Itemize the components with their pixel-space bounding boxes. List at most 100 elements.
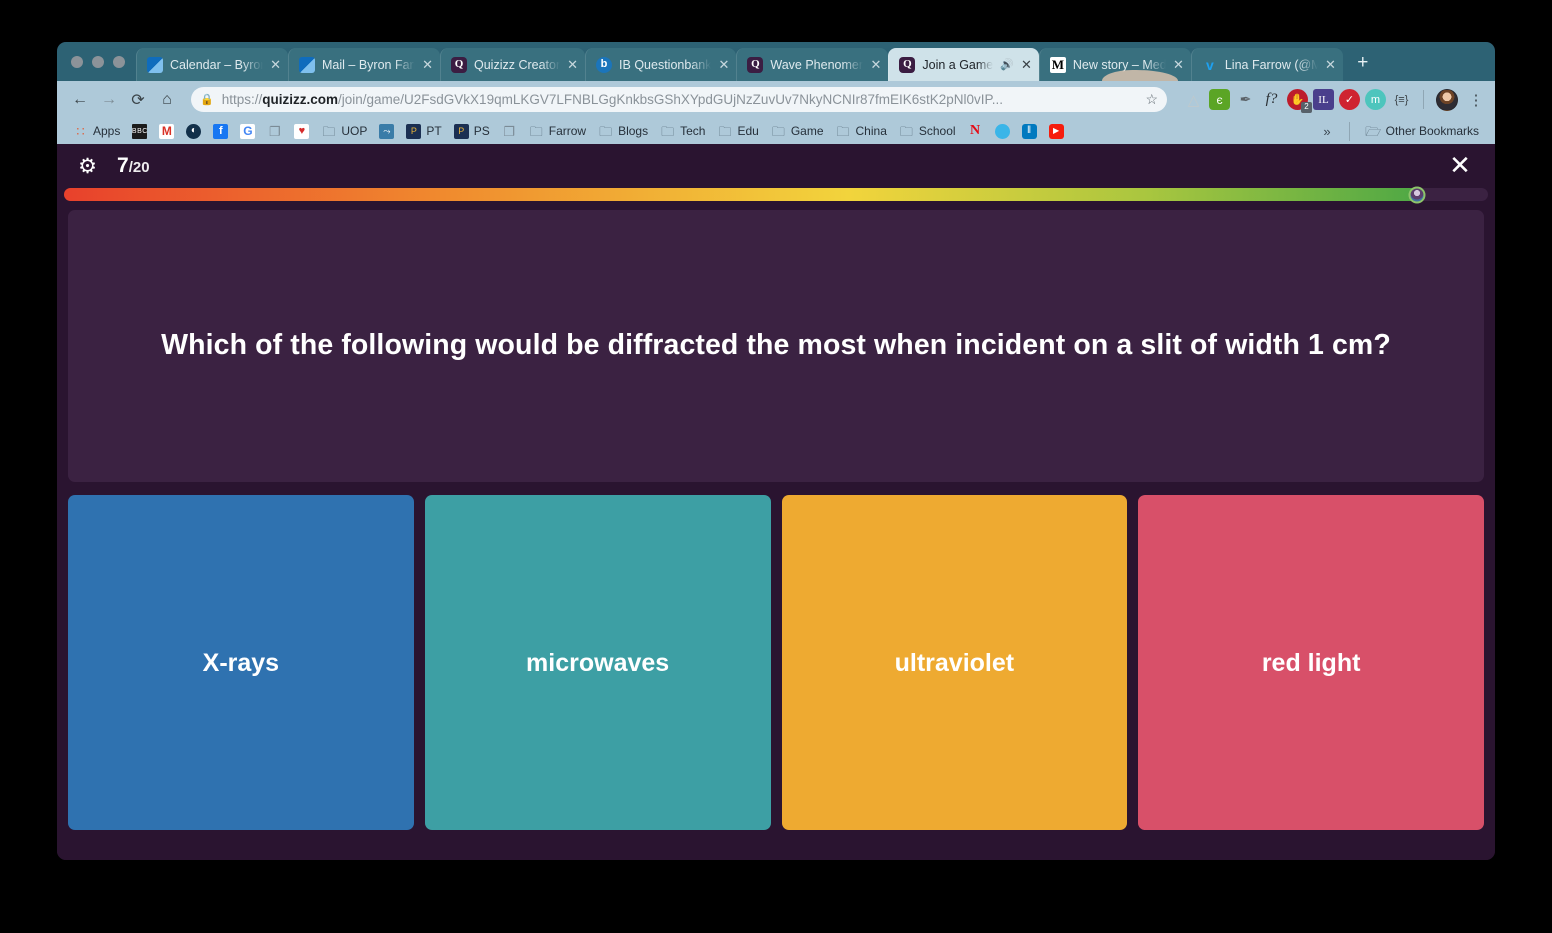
bookmark-star-icon[interactable]: ☆ (1145, 91, 1158, 108)
tab-close-icon[interactable]: ✕ (567, 57, 578, 73)
bookmarks-bar: ∷ Apps BBC M ◐ f G ❐ ♥ 🗀 UOP ⤳ P PT P PS ❐ 🗀 Farrow 🗀 Blogs 🗀… (57, 118, 1495, 144)
minimize-window-button[interactable] (92, 55, 104, 68)
chrome-menu-icon[interactable]: ⋮ (1467, 91, 1485, 109)
tab-title: Quizizz Creator (474, 57, 561, 72)
readability-icon[interactable]: {≡} (1391, 89, 1412, 110)
answer-option[interactable]: red light (1138, 495, 1484, 830)
netflix-icon: N (970, 123, 981, 138)
fontface-icon[interactable]: f? (1261, 89, 1282, 110)
tab-close-icon[interactable]: ✕ (870, 57, 881, 73)
tab-close-icon[interactable]: ✕ (422, 57, 433, 73)
new-tab-button[interactable]: + (1349, 50, 1377, 78)
bookmark-item[interactable]: ◐ (180, 122, 207, 141)
eyedropper-icon[interactable]: ✒ (1235, 89, 1256, 110)
progress-bar-fill (64, 188, 1417, 201)
bookmark-item[interactable]: ❐ (261, 122, 288, 141)
answer-option[interactable]: X-rays (68, 495, 414, 830)
evernote-icon[interactable]: є (1209, 89, 1230, 110)
bookmark-item[interactable]: ∷ Apps (67, 122, 126, 141)
facebook-icon: f (213, 123, 229, 139)
illustrator-icon[interactable]: IL (1313, 89, 1334, 110)
question-counter: 7/20 (117, 154, 150, 178)
gear-icon[interactable]: ⚙ (75, 154, 100, 179)
google-drive-icon[interactable]: △ (1183, 89, 1204, 110)
tab-audio-icon[interactable]: 🔊 (1000, 58, 1014, 71)
answer-option[interactable]: microwaves (424, 495, 771, 830)
momentum-icon[interactable]: m (1365, 89, 1386, 110)
folder-icon: 🗀 (661, 123, 675, 139)
tab-close-icon[interactable]: ✕ (718, 57, 729, 73)
close-icon[interactable]: ✕ (1443, 149, 1477, 183)
answer-option-label: red light (1261, 648, 1361, 677)
close-window-button[interactable] (71, 55, 83, 68)
bookmark-label: School (918, 124, 956, 138)
url-text: https://quizizz.com/join/game/U2FsdGVkX1… (221, 92, 1004, 107)
grammarly-icon[interactable]: ✓ (1339, 89, 1360, 110)
back-icon[interactable]: ← (67, 87, 93, 113)
browser-tab[interactable]: Mail – Byron Farrow ✕ (288, 48, 440, 81)
bookmark-item[interactable]: ❐ (496, 122, 523, 141)
bookmark-item[interactable]: 🗀 UOP (315, 122, 373, 141)
folder-icon: 🗀 (899, 123, 913, 139)
answer-option-label: microwaves (526, 648, 670, 677)
bookmark-item[interactable]: 🗀 Farrow (523, 122, 592, 141)
browser-tab[interactable]: Join a Game 🔊 ✕ (888, 48, 1039, 81)
pdf-icon: P (406, 123, 422, 139)
outlook-icon (299, 56, 315, 73)
bookmark-item[interactable]: ♥ (288, 122, 315, 141)
bookmark-item[interactable]: 🗀 School (893, 122, 962, 141)
browser-toolbar: ← → ⟳ ⌂ 🔒 https://quizizz.com/join/game/… (57, 81, 1495, 118)
answer-option-label: X-rays (202, 648, 280, 677)
bookmark-item[interactable]: ⤳ (373, 122, 400, 141)
trello-icon: ‖ (1021, 123, 1037, 139)
page-icon: ❐ (269, 123, 281, 139)
browser-tab[interactable]: Wave Phenomena ✕ (736, 48, 889, 81)
tab-close-icon[interactable]: ✕ (1325, 57, 1336, 73)
maximize-window-button[interactable] (113, 55, 125, 68)
apps-grid-icon: ∷ (76, 123, 85, 139)
extensions-container: △ є ✒ f? ✋ 2 IL ✓ m {≡} (1178, 89, 1412, 113)
browser-tab[interactable]: IB Questionbank ✕ (585, 48, 737, 81)
bookmark-label: Edu (737, 124, 759, 138)
bookmark-item[interactable]: 🗀 Tech (654, 122, 711, 141)
quizizz-icon (899, 56, 916, 73)
bookmark-item[interactable]: BBC (126, 122, 153, 141)
bookmark-item[interactable]: P PT (400, 122, 447, 141)
bookmark-item[interactable]: P PS (448, 122, 496, 141)
browser-tab[interactable]: Quizizz Creator ✕ (440, 48, 586, 81)
forward-icon[interactable]: → (96, 87, 122, 113)
tab-close-icon[interactable]: ✕ (1173, 57, 1184, 73)
medium-icon: M (1049, 56, 1066, 73)
bookmark-item[interactable]: M (153, 122, 180, 141)
tab-close-icon[interactable]: ✕ (1021, 57, 1032, 73)
bookmark-item[interactable]: ▶ (1043, 122, 1070, 141)
bookmark-item[interactable]: N (962, 122, 989, 141)
ib-icon (596, 56, 613, 73)
bookmark-item[interactable]: 🗀 Game (765, 122, 830, 141)
tab-title: New story – Medium (1072, 57, 1166, 72)
bookmark-item[interactable]: 🗀 China (830, 122, 893, 141)
bookmark-item[interactable]: G (234, 122, 261, 141)
folder-icon: 🗀 (529, 123, 543, 139)
opera-icon: ◐ (186, 123, 202, 139)
reload-icon[interactable]: ⟳ (125, 87, 151, 113)
hypothesis-icon[interactable]: ✋ 2 (1287, 89, 1312, 113)
browser-tab[interactable]: ᴠ Lina Farrow (@Mrs... ✕ (1190, 48, 1343, 81)
gmail-icon: M (159, 123, 175, 139)
profile-avatar[interactable] (1436, 88, 1458, 111)
bookmark-item[interactable]: 🗀 Edu (711, 122, 764, 141)
other-bookmarks-button[interactable]: 🗁 Other Bookmarks (1360, 122, 1485, 141)
bookmark-item[interactable] (989, 122, 1016, 141)
bookmark-item[interactable]: ‖ (1016, 122, 1043, 141)
home-icon[interactable]: ⌂ (154, 87, 180, 113)
bookmark-label: Farrow (548, 124, 587, 138)
browser-tab[interactable]: Calendar – Byron Farrow ✕ (136, 48, 288, 81)
tab-close-icon[interactable]: ✕ (270, 57, 281, 73)
bookmark-item[interactable]: f (207, 122, 234, 141)
browser-window: Calendar – Byron Farrow✕Mail – Byron Far… (57, 42, 1495, 860)
pdf-icon: P (453, 123, 469, 139)
address-bar[interactable]: 🔒 https://quizizz.com/join/game/U2FsdGVk… (191, 87, 1167, 112)
bookmarks-overflow-icon[interactable]: » (1315, 124, 1338, 139)
bookmark-item[interactable]: 🗀 Blogs (592, 122, 654, 141)
answer-option[interactable]: ultraviolet (781, 495, 1128, 830)
